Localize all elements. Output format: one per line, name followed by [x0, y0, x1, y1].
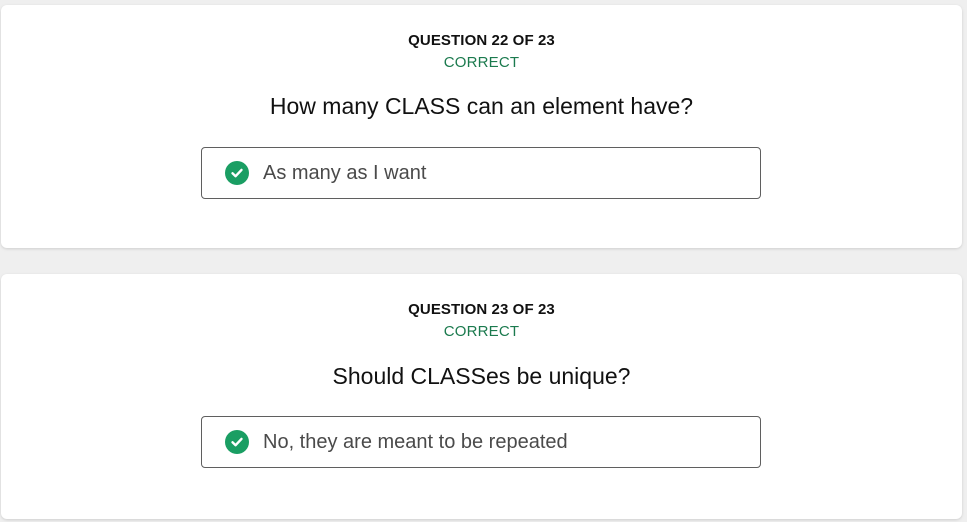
check-circle-icon [225, 430, 249, 454]
answer-text: No, they are meant to be repeated [263, 430, 568, 453]
question-status: CORRECT [443, 323, 520, 340]
question-text: Should CLASSes be unique? [332, 363, 631, 389]
question-card: QUESTION 22 OF 23 CORRECT How many CLASS… [1, 5, 962, 248]
question-card: QUESTION 23 OF 23 CORRECT Should CLASSes… [1, 274, 962, 519]
question-counter: QUESTION 23 OF 23 [408, 301, 555, 318]
check-circle-icon [225, 161, 249, 185]
question-counter: QUESTION 22 OF 23 [408, 32, 555, 49]
question-status: CORRECT [443, 54, 520, 71]
answer-text: As many as I want [263, 161, 427, 184]
answer-option[interactable]: As many as I want [201, 147, 761, 199]
answer-option[interactable]: No, they are meant to be repeated [201, 416, 761, 468]
question-text: How many CLASS can an element have? [269, 93, 694, 119]
